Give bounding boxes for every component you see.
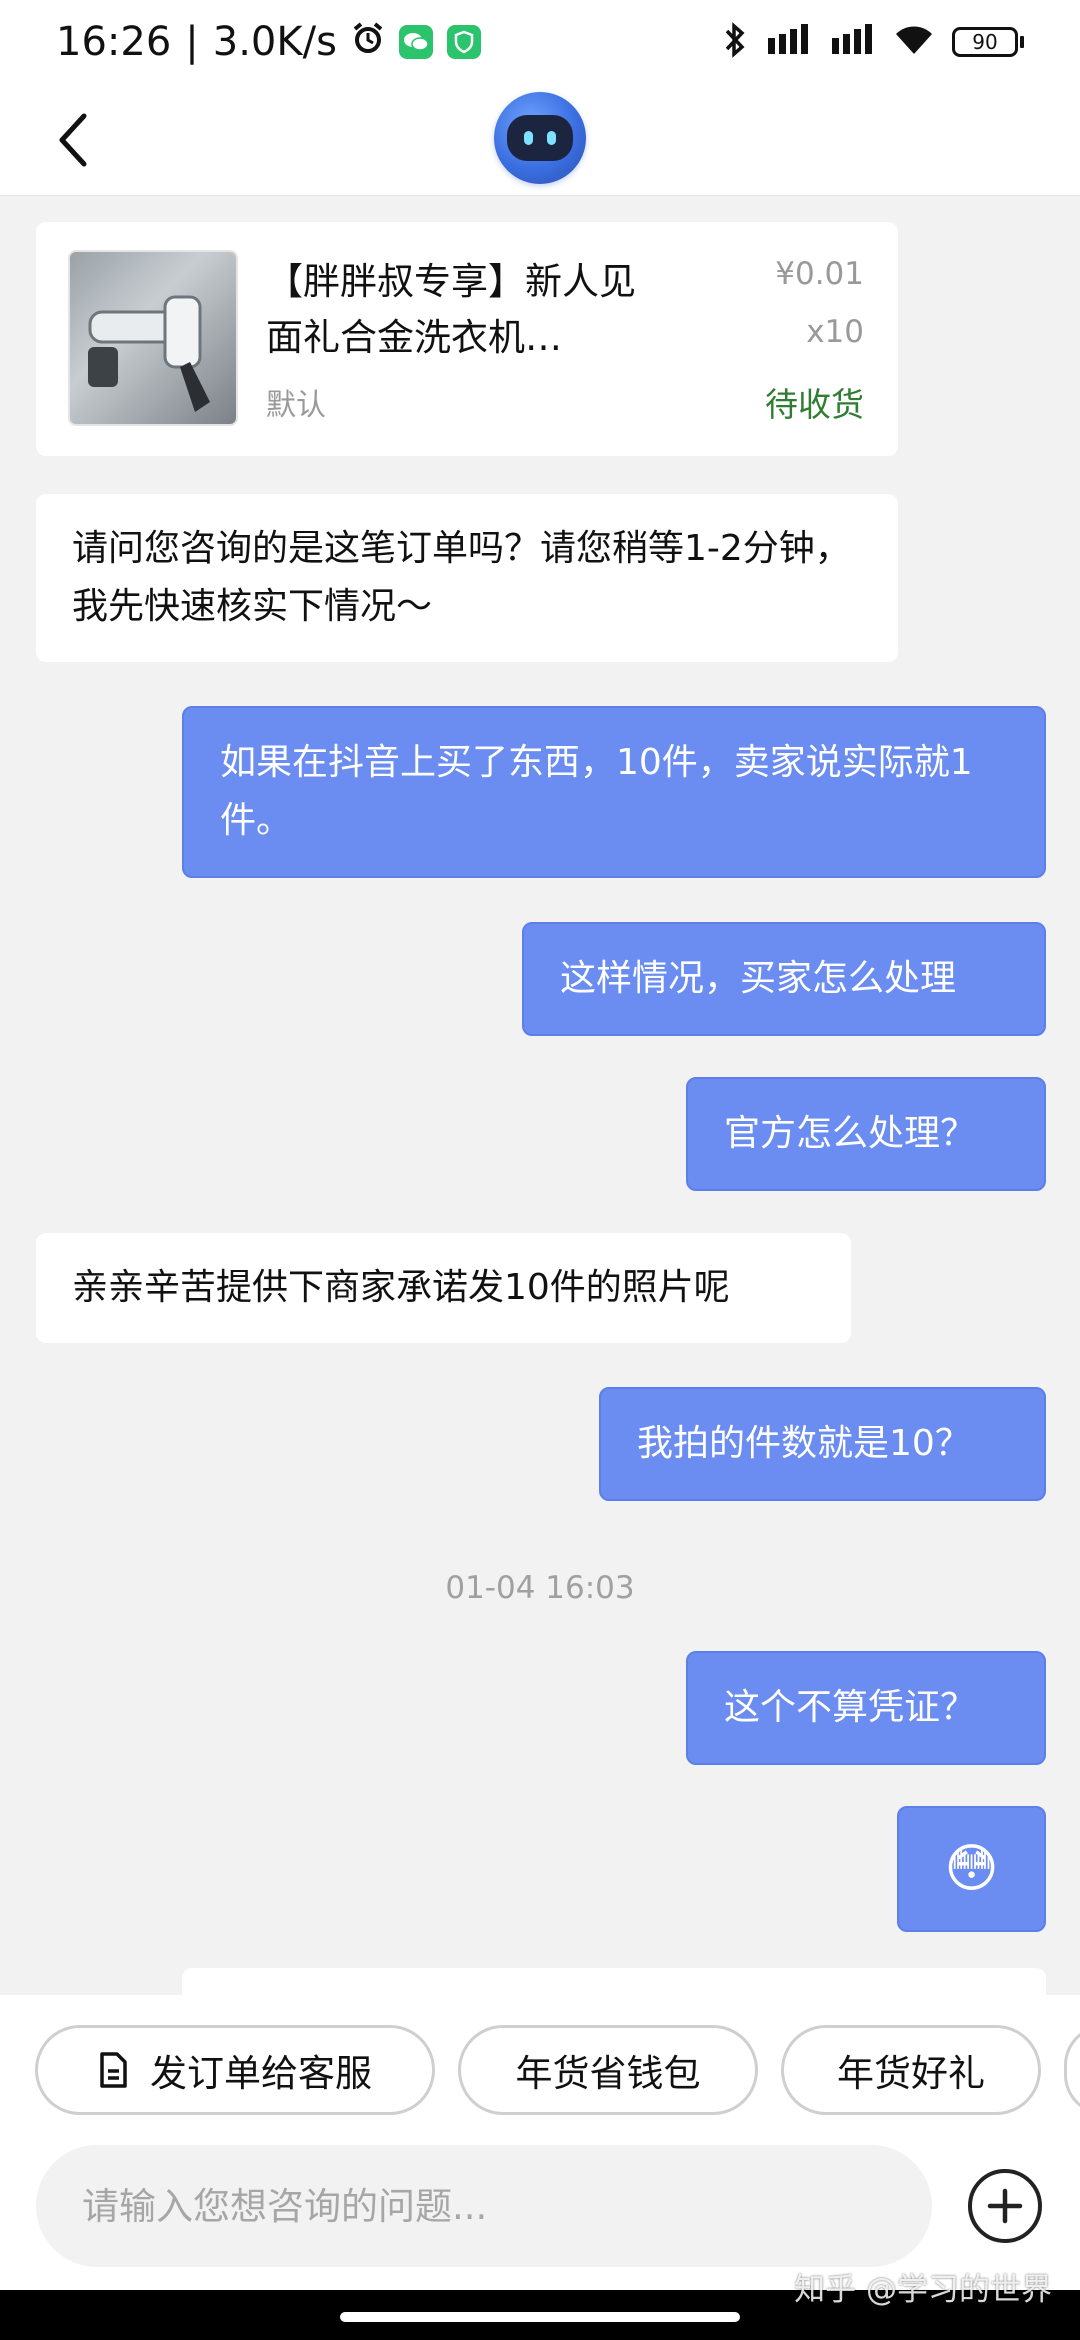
- new-year-savings-chip[interactable]: 年货省钱包: [458, 2025, 758, 2115]
- product-variant: 默认: [266, 388, 326, 423]
- user-message: 我拍的件数就是10？: [599, 1387, 1046, 1501]
- product-image: [68, 250, 238, 426]
- robot-assistant-icon[interactable]: [494, 92, 586, 184]
- back-button[interactable]: [44, 108, 104, 172]
- battery-icon: 90: [952, 27, 1024, 57]
- send-order-chip[interactable]: 发订单给客服: [35, 2025, 435, 2115]
- more-chip-partial[interactable]: [1064, 2025, 1080, 2115]
- document-icon: [100, 2052, 127, 2088]
- chat-header: [0, 84, 1080, 196]
- user-emoji-message: 😳: [897, 1806, 1046, 1932]
- bluetooth-icon: [722, 21, 748, 63]
- user-message: 这样情况，买家怎么处理: [522, 922, 1046, 1036]
- status-divider: |: [185, 19, 199, 65]
- battery-level: 90: [952, 27, 1018, 57]
- product-title: 【胖胖叔专享】新人见面礼合金洗衣机…: [266, 260, 636, 359]
- wifi-icon: [894, 24, 934, 60]
- watermark: 知乎 @学习的世界: [794, 2272, 1052, 2308]
- message-input[interactable]: [36, 2145, 932, 2267]
- chip-label: 年货好礼: [837, 2052, 985, 2095]
- new-year-gifts-chip[interactable]: 年货好礼: [781, 2025, 1041, 2115]
- shield-app-icon: [446, 25, 481, 59]
- signal-icon-2: [830, 24, 876, 60]
- plus-icon: [987, 2188, 1023, 2224]
- user-message: 官方怎么处理？: [686, 1077, 1046, 1191]
- status-bar: 16:26 | 3.0K/s 90: [0, 0, 1080, 84]
- chip-label: 发订单给客服: [150, 2052, 372, 2095]
- home-indicator[interactable]: [340, 2312, 740, 2322]
- wechat-icon: [398, 25, 433, 59]
- order-product-card[interactable]: 【胖胖叔专享】新人见面礼合金洗衣机… 默认 ¥0.01 x10 待收货: [36, 222, 898, 456]
- order-status: 待收货: [765, 385, 864, 424]
- quick-actions-bar: 发订单给客服 年货省钱包 年货好礼: [0, 1995, 1080, 2140]
- signal-icon: [766, 24, 812, 60]
- network-speed: 3.0K/s: [212, 19, 337, 65]
- user-message: 这个不算凭证？: [686, 1651, 1046, 1765]
- product-quantity: x10: [806, 314, 864, 350]
- message-timestamp: 01-04 16:03: [445, 1570, 635, 1606]
- user-message: 如果在抖音上买了东西，10件，卖家说实际就1件。: [182, 706, 1046, 878]
- status-time: 16:26: [56, 19, 172, 65]
- product-price: ¥0.01: [775, 256, 864, 292]
- chip-label: 年货省钱包: [515, 2052, 701, 2095]
- alarm-icon: [351, 19, 385, 65]
- agent-message: 亲亲辛苦提供下商家承诺发10件的照片呢: [36, 1233, 851, 1343]
- add-attachment-button[interactable]: [968, 2169, 1042, 2243]
- agent-message: 请问您咨询的是这笔订单吗？请您稍等1-2分钟，我先快速核实下情况～: [36, 494, 898, 662]
- chevron-left-icon: [59, 113, 87, 167]
